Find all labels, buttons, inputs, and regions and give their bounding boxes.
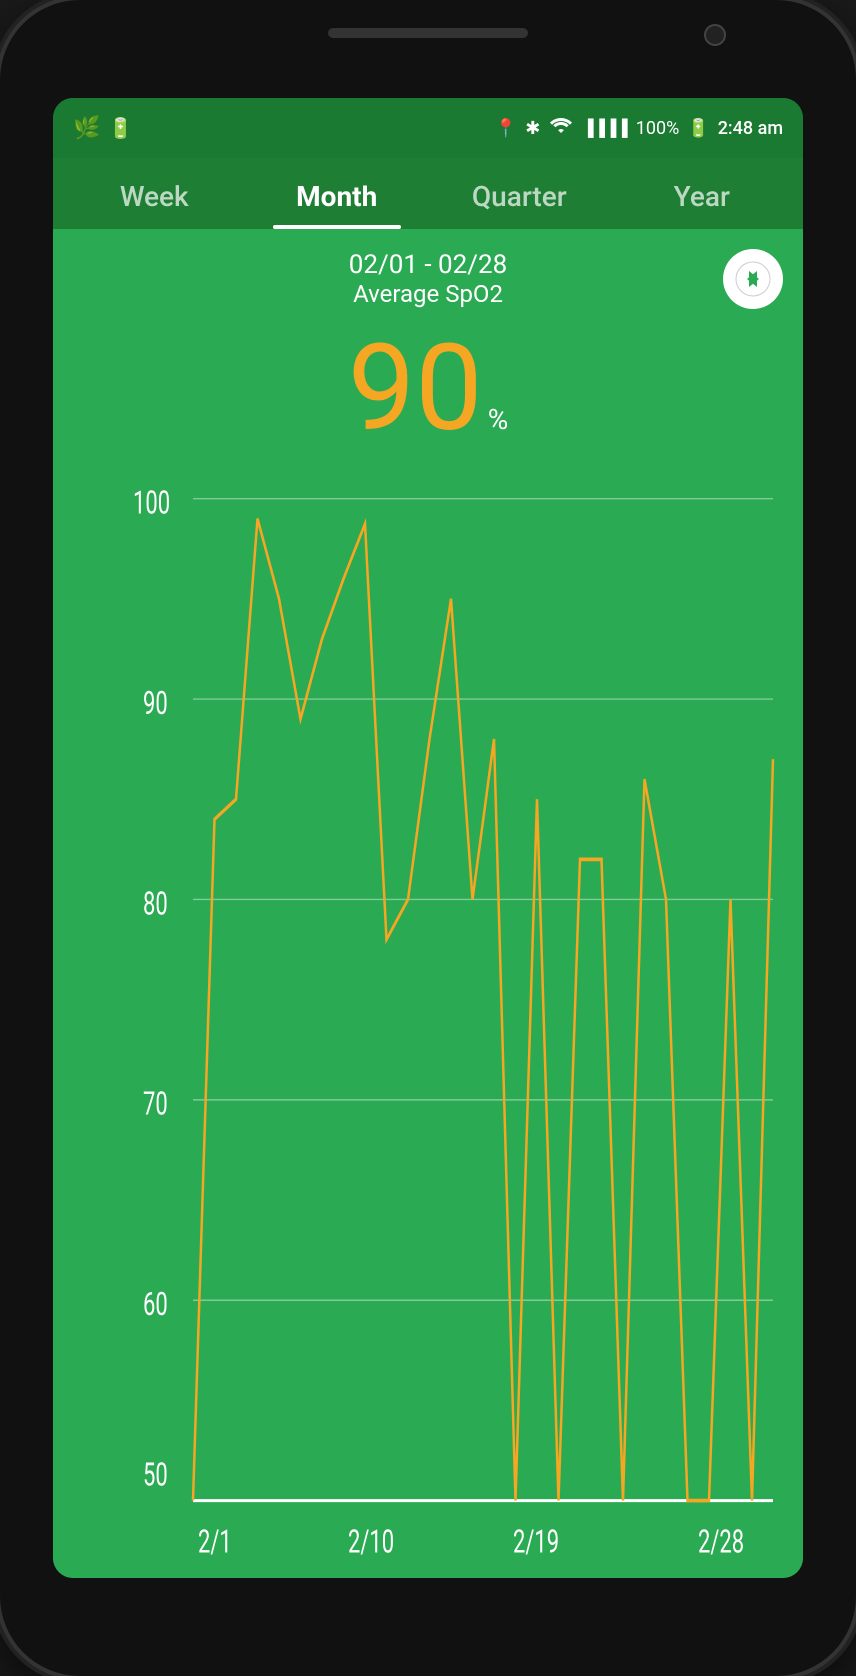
battery-icon: 🔋	[687, 118, 709, 139]
phone-frame: 🌿 🔋 📍 ✱ ▐▐▐▐ 100% 🔋 2:48 am	[0, 0, 856, 1676]
tab-bar: Week Month Quarter Year	[53, 158, 803, 229]
metric-label: Average SpO2	[353, 280, 503, 308]
app-icon-1: 🌿	[73, 116, 100, 141]
x-label-210: 2/10	[348, 1522, 394, 1561]
navigate-button[interactable]	[723, 249, 783, 309]
y-label-100: 100	[133, 483, 170, 522]
date-info: 02/01 - 02/28 Average SpO2	[133, 250, 723, 308]
x-label-21: 2/1	[198, 1522, 232, 1561]
tab-year[interactable]: Year	[611, 158, 794, 229]
status-right-icons: 📍 ✱ ▐▐▐▐ 100% 🔋 2:48 am	[495, 116, 783, 141]
time-display: 2:48 am	[718, 118, 783, 139]
content-area: 02/01 - 02/28 Average SpO2 90 %	[53, 229, 803, 1578]
value-display: 90 %	[73, 329, 783, 449]
date-range-row: 02/01 - 02/28 Average SpO2	[73, 249, 783, 309]
bluetooth-icon: ✱	[525, 118, 540, 139]
battery-percent: 100%	[636, 118, 680, 139]
y-label-50: 50	[143, 1455, 168, 1494]
y-label-80: 80	[143, 884, 168, 923]
x-label-219: 2/19	[513, 1522, 559, 1561]
screen: 🌿 🔋 📍 ✱ ▐▐▐▐ 100% 🔋 2:48 am	[53, 98, 803, 1578]
chart-svg: 100 90 80 70 60 50 2/1 2/10	[133, 469, 783, 1508]
y-label-90: 90	[143, 683, 168, 722]
chart-line	[193, 519, 773, 1501]
spo2-value: 90	[348, 329, 483, 449]
spo2-unit: %	[488, 403, 509, 436]
status-bar: 🌿 🔋 📍 ✱ ▐▐▐▐ 100% 🔋 2:48 am	[53, 98, 803, 158]
status-left: 🌿 🔋	[73, 116, 133, 141]
chart-container: 100 90 80 70 60 50 2/1 2/10	[73, 469, 783, 1558]
tab-month[interactable]: Month	[246, 158, 429, 229]
signal-icon: ▐▐▐▐	[582, 118, 627, 138]
app-icon-2: 🔋	[108, 116, 133, 140]
location-icon: 📍	[495, 118, 517, 139]
x-label-228: 2/28	[698, 1522, 744, 1561]
wifi-icon	[548, 116, 574, 141]
y-label-60: 60	[143, 1285, 168, 1324]
tab-week[interactable]: Week	[63, 158, 246, 229]
y-label-70: 70	[143, 1084, 168, 1123]
date-range-text: 02/01 - 02/28	[349, 250, 507, 280]
tab-quarter[interactable]: Quarter	[428, 158, 611, 229]
